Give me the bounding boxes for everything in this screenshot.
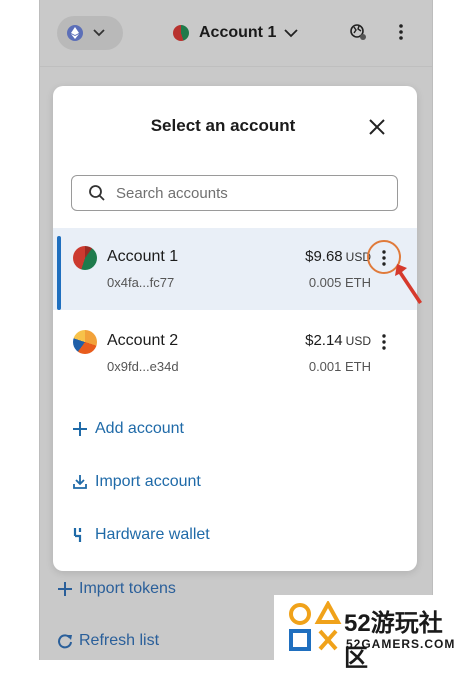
account-selector[interactable]: Account 1	[173, 20, 298, 46]
search-input[interactable]	[116, 176, 386, 210]
account-avatar	[73, 246, 97, 270]
plus-icon	[58, 582, 72, 596]
account-address: 0x4fa...fc77	[107, 275, 175, 290]
fiat-currency: USD	[345, 334, 371, 348]
account-fiat-balance: $2.14 USD	[305, 332, 371, 349]
account-eth-balance: 0.001 ETH	[308, 359, 371, 374]
plus-icon	[73, 422, 87, 436]
watermark: 52游玩社区 52GAMERS.COM	[274, 595, 463, 672]
import-icon	[73, 475, 87, 489]
network-selector[interactable]	[57, 16, 123, 50]
account-row-1[interactable]: Account 1 0x4fa...fc77 $9.68 USD 0.005 ET…	[53, 228, 417, 310]
ethereum-icon	[67, 25, 83, 41]
import-tokens-link[interactable]: Import tokens	[57, 580, 176, 598]
more-options-icon[interactable]	[394, 22, 408, 42]
chevron-down-icon	[284, 28, 298, 37]
select-account-modal: Select an account Account 1 0x4fa...fc77…	[53, 86, 417, 571]
chevron-down-icon	[93, 29, 105, 37]
account-name: Account 2	[107, 332, 179, 349]
refresh-list-link[interactable]: Refresh list	[57, 632, 159, 650]
annotation-arrow-icon	[395, 264, 422, 304]
account-address: 0x9fd...e34d	[107, 359, 179, 374]
account-avatar	[73, 330, 97, 354]
account-avatar	[173, 25, 189, 41]
import-tokens-label: Import tokens	[79, 580, 176, 597]
modal-title: Select an account	[150, 116, 296, 135]
account-title: Account 1	[199, 24, 277, 41]
account-eth-balance: 0.005 ETH	[308, 275, 371, 290]
top-bar: Account 1	[40, 0, 432, 67]
hardware-wallet-icon	[73, 528, 82, 542]
search-field[interactable]	[71, 175, 398, 211]
account-options-icon[interactable]	[379, 333, 389, 351]
selected-indicator	[57, 236, 61, 310]
refresh-icon	[58, 634, 72, 649]
hardware-wallet-label: Hardware wallet	[95, 526, 210, 543]
account-name: Account 1	[107, 248, 179, 265]
search-icon	[89, 185, 105, 201]
fiat-value: $9.68	[305, 248, 343, 265]
import-account-label: Import account	[95, 473, 201, 490]
account-fiat-balance: $9.68 USD	[305, 248, 371, 265]
watermark-logo-icon	[289, 601, 342, 651]
add-account-label: Add account	[95, 420, 184, 437]
fiat-value: $2.14	[305, 332, 343, 349]
watermark-domain: 52GAMERS.COM	[346, 637, 456, 651]
hardware-wallet-button[interactable]: Hardware wallet	[71, 526, 210, 544]
account-row-2[interactable]: Account 2 0x9fd...e34d $2.14 USD 0.001 ET…	[53, 312, 417, 394]
refresh-list-label: Refresh list	[79, 632, 160, 649]
connected-sites-icon[interactable]	[350, 24, 366, 40]
add-account-button[interactable]: Add account	[71, 420, 184, 438]
import-account-button[interactable]: Import account	[71, 473, 201, 491]
close-icon[interactable]	[367, 117, 387, 137]
